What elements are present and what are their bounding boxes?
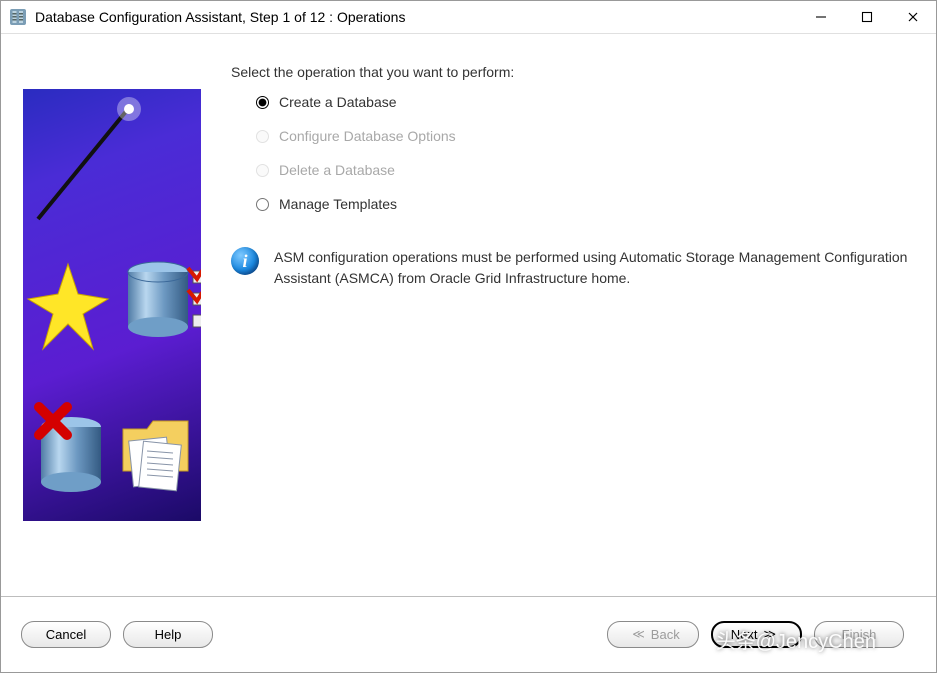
window-controls <box>798 1 936 33</box>
app-icon <box>9 8 27 26</box>
footer: Cancel Help ≪ Back Next ≫ Finish <box>1 596 936 672</box>
button-label: Finish <box>842 627 877 642</box>
radio-configure-database: Configure Database Options <box>256 128 916 144</box>
content-area: Select the operation that you want to pe… <box>1 34 936 597</box>
chevron-left-icon: ≪ <box>632 627 645 641</box>
radio-input-configure <box>256 130 269 143</box>
titlebar: Database Configuration Assistant, Step 1… <box>1 1 936 34</box>
window-title: Database Configuration Assistant, Step 1… <box>35 9 798 25</box>
button-label: Next <box>731 627 758 642</box>
radio-label: Create a Database <box>279 94 397 110</box>
radio-create-database[interactable]: Create a Database <box>256 94 916 110</box>
button-label: Help <box>155 627 182 642</box>
radio-label: Manage Templates <box>279 196 397 212</box>
info-box: i ASM configuration operations must be p… <box>231 247 916 289</box>
close-button[interactable] <box>890 1 936 33</box>
radio-delete-database: Delete a Database <box>256 162 916 178</box>
wizard-sidebar-image <box>23 89 201 521</box>
help-button[interactable]: Help <box>123 621 213 648</box>
back-button: ≪ Back <box>607 621 698 648</box>
cancel-button[interactable]: Cancel <box>21 621 111 648</box>
prompt-text: Select the operation that you want to pe… <box>231 64 916 80</box>
operation-options: Create a Database Configure Database Opt… <box>256 94 916 212</box>
chevron-right-icon: ≫ <box>763 627 776 641</box>
info-text: ASM configuration operations must be per… <box>274 247 914 289</box>
button-label: Back <box>651 627 680 642</box>
finish-button: Finish <box>814 621 904 648</box>
main-panel: Select the operation that you want to pe… <box>231 64 916 577</box>
radio-manage-templates[interactable]: Manage Templates <box>256 196 916 212</box>
radio-label: Delete a Database <box>279 162 395 178</box>
radio-input-templates[interactable] <box>256 198 269 211</box>
button-label: Cancel <box>46 627 86 642</box>
radio-label: Configure Database Options <box>279 128 456 144</box>
info-icon: i <box>231 247 259 275</box>
next-button[interactable]: Next ≫ <box>711 621 802 648</box>
minimize-button[interactable] <box>798 1 844 33</box>
maximize-button[interactable] <box>844 1 890 33</box>
radio-input-create[interactable] <box>256 96 269 109</box>
radio-input-delete <box>256 164 269 177</box>
